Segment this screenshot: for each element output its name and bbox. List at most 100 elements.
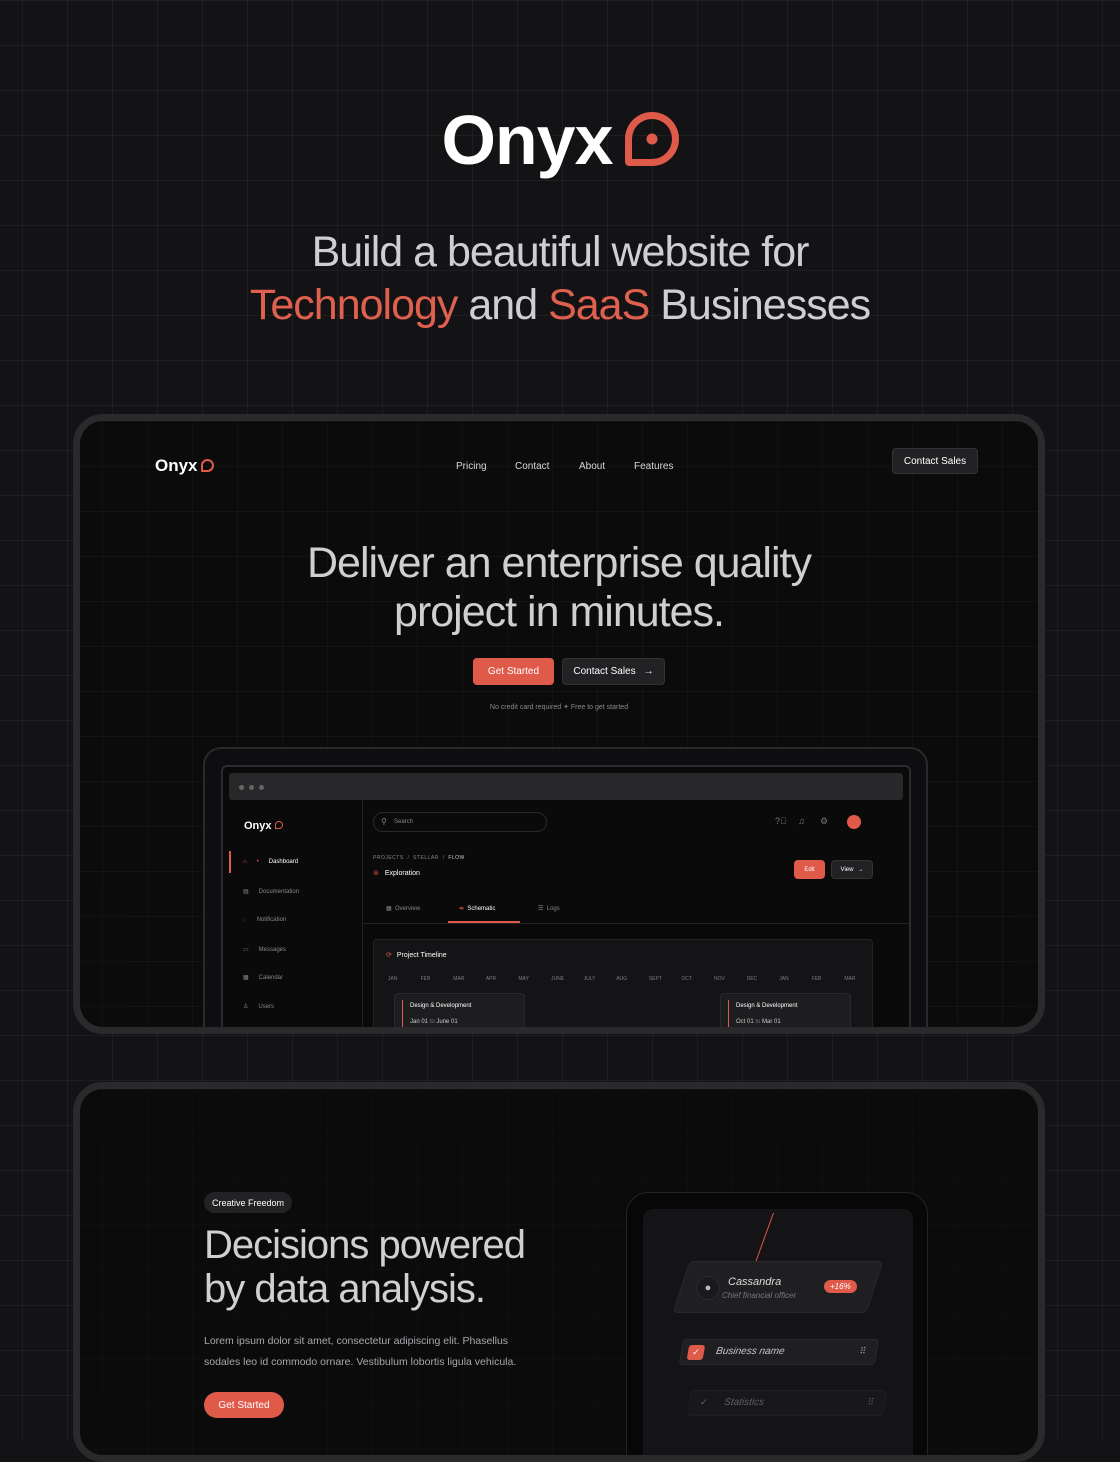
month-label: DEC: [746, 976, 758, 982]
statistics-row[interactable]: ✓ Statistics ⠿: [686, 1390, 888, 1416]
drag-handle-icon[interactable]: ⠿: [859, 1346, 867, 1357]
list-icon: ☰: [538, 906, 544, 912]
feature-frame: Creative Freedom Decisions powered by dat…: [73, 1082, 1045, 1462]
row-label: Statistics: [723, 1397, 766, 1408]
contact-sales-button[interactable]: Contact Sales: [892, 448, 978, 474]
sidebar-item-messages[interactable]: ▭ Messages: [243, 946, 287, 954]
date: Jan 01: [410, 1019, 429, 1025]
card-accent: [402, 1000, 403, 1027]
logo-pin-icon: [274, 821, 283, 830]
card-title: Design & Development: [736, 1003, 798, 1009]
month-label: FEB: [420, 976, 431, 982]
drag-handle-icon[interactable]: ⠿: [867, 1397, 875, 1408]
note-text: No credit card required: [489, 704, 562, 711]
connector-line: [755, 1212, 774, 1263]
card-title: Design & Development: [410, 1003, 472, 1009]
month-label: MAR: [844, 976, 856, 982]
schematic-icon: ⇹: [459, 906, 465, 912]
month-label: AUG: [616, 976, 628, 982]
window-dot: [249, 785, 254, 790]
placeholder: Search: [394, 819, 414, 825]
business-name-row[interactable]: ✓ Business name ⠿: [678, 1339, 880, 1365]
month-label: OCT: [681, 976, 692, 982]
logo-text: Onyx: [244, 820, 272, 832]
nav-pricing[interactable]: Pricing: [456, 461, 487, 472]
avatar[interactable]: [847, 815, 861, 829]
checkbox-checked-icon[interactable]: ✓: [686, 1345, 706, 1360]
nav-contact[interactable]: Contact: [515, 461, 549, 472]
view-button[interactable]: View →: [831, 860, 873, 879]
calendar-icon: ▦: [243, 975, 249, 981]
person-role: Chief financial officer: [722, 1291, 797, 1300]
hero-logo: Onyx: [0, 100, 1120, 180]
arrow-right-icon: →: [857, 866, 864, 873]
sidebar-item-notification[interactable]: ◌ Notification: [243, 917, 286, 923]
breadcrumb-item[interactable]: FLOW: [448, 855, 464, 861]
headline-line2: Technology and SaaS Businesses: [0, 281, 1120, 330]
analytics-card-area: ● Cassandra Chief financial officer +16%…: [643, 1209, 913, 1455]
help-icon[interactable]: ?⃝: [775, 816, 787, 826]
label: Users: [258, 1003, 275, 1010]
month-label: JAN: [779, 976, 789, 982]
hero-note: No credit card required ✦ Free to get st…: [80, 703, 1038, 711]
month-label: APR: [485, 976, 497, 982]
document-icon: ▤: [243, 889, 249, 895]
text: to: [429, 1019, 435, 1025]
text: Businesses: [660, 281, 871, 329]
timeline-card[interactable]: Design & Development Oct 01 to Mar 01: [720, 993, 851, 1027]
bell-icon[interactable]: ♫: [798, 816, 805, 826]
nav-about[interactable]: About: [579, 461, 605, 472]
site-logo[interactable]: Onyx: [155, 456, 214, 476]
gear-icon[interactable]: ⚙: [820, 816, 828, 827]
label: Schematic: [467, 906, 496, 912]
checkbox-icon[interactable]: ✓: [699, 1397, 708, 1408]
tab-overview[interactable]: ▦ Overview: [386, 905, 420, 912]
title-text: Project Timeline: [396, 952, 447, 959]
headline-line1: Build a beautiful website for: [311, 228, 810, 276]
active-tab-underline: [448, 921, 520, 923]
text-line: Lorem ipsum dolor sit amet, consectetur …: [204, 1335, 509, 1347]
chip-icon: ⊜: [373, 870, 379, 877]
text: and: [468, 281, 538, 329]
tab-logs[interactable]: ☰ Logs: [538, 905, 560, 912]
arrow-right-icon: →: [643, 666, 654, 677]
sidebar-item-documentation[interactable]: ▤ Documentation: [243, 888, 299, 896]
refresh-icon: ⟳: [386, 952, 392, 959]
label: Messages: [258, 946, 287, 953]
user-icon: ♙: [243, 1004, 249, 1010]
grid-icon: ▦: [386, 906, 392, 912]
title-text: Exploration: [384, 870, 420, 877]
tab-schematic[interactable]: ⇹ Schematic: [459, 905, 495, 912]
button-label: Contact Sales: [573, 666, 636, 677]
breadcrumb-item[interactable]: PROJECTS: [373, 855, 404, 861]
creative-freedom-badge: Creative Freedom: [204, 1192, 293, 1213]
month-label: JAN: [388, 976, 398, 982]
title-line: Decisions powered: [204, 1223, 526, 1267]
bell-icon: ◌: [243, 917, 247, 923]
edit-button[interactable]: Edit: [794, 860, 825, 879]
accent-word: SaaS: [548, 281, 650, 329]
nav-features[interactable]: Features: [634, 461, 673, 472]
month-label: NOV: [714, 976, 725, 982]
get-started-button[interactable]: Get Started: [204, 1392, 284, 1418]
breadcrumb-item[interactable]: STELLAR: [413, 855, 439, 861]
app-window: Onyx ⌂ • Dashboard ▤ Documentation ◌ Notific…: [221, 765, 911, 1027]
month-label: JUNE: [551, 976, 565, 982]
sidebar-item-users[interactable]: ♙ Users: [243, 1003, 275, 1011]
contact-sales-arrow-button[interactable]: Contact Sales →: [562, 658, 665, 685]
sidebar-item-dashboard[interactable]: ⌂ • Dashboard: [243, 859, 298, 865]
tabs-divider: [363, 923, 909, 924]
app-sidebar: Onyx ⌂ • Dashboard ▤ Documentation ◌ Notific…: [229, 800, 363, 1027]
timeline-card[interactable]: Design & Development Jan 01 to June 01: [394, 993, 525, 1027]
search-input[interactable]: ⚲ Search: [373, 812, 547, 832]
get-started-button[interactable]: Get Started: [473, 658, 554, 685]
page-title: ⊜ Exploration: [373, 869, 420, 877]
sidebar-item-calendar[interactable]: ▦ Calendar: [243, 974, 283, 982]
website-preview-frame: Onyx Pricing Contact About Features Cont…: [73, 414, 1045, 1034]
row-label: Business name: [715, 1346, 786, 1357]
breadcrumb: PROJECTS / STELLAR / FLOW: [373, 855, 465, 861]
person-card[interactable]: ● Cassandra Chief financial officer +16%: [672, 1261, 884, 1313]
month-label: FEB: [811, 976, 822, 982]
logo-text: Onyx: [155, 456, 198, 475]
logo-text: Onyx: [441, 101, 613, 179]
